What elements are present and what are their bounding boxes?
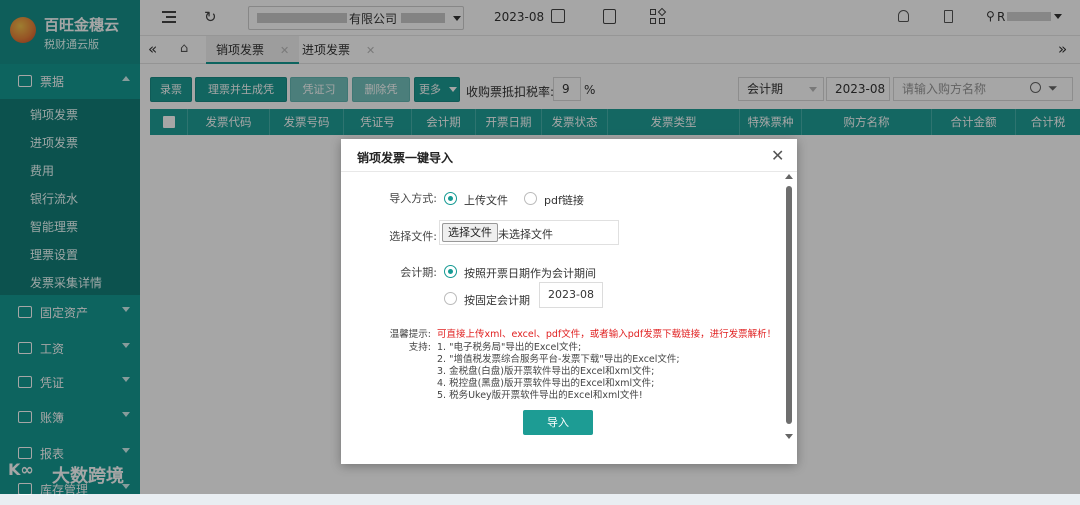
- pdf-link-option[interactable]: pdf链接: [544, 192, 584, 208]
- period-by-date-radio[interactable]: [444, 265, 457, 278]
- scroll-up-icon[interactable]: [785, 174, 793, 179]
- import-mode-label: 导入方式:: [389, 192, 437, 205]
- tip-label: 温馨提示:: [389, 329, 431, 340]
- dialog-title: 销项发票一键导入: [357, 151, 454, 165]
- dialog-header: 销项发票一键导入 ✕: [341, 139, 797, 172]
- support-item: 5. 税务Ukey版开票软件导出的Excel和xml文件!: [437, 390, 643, 401]
- import-button[interactable]: 导入: [523, 410, 593, 435]
- file-status: 未选择文件: [498, 228, 553, 241]
- tip-text: 可直接上传xml、excel、pdf文件，或者输入pdf发票下载链接，进行发票解…: [437, 329, 777, 340]
- period-fixed-option[interactable]: 按固定会计期: [464, 292, 530, 308]
- dialog-scrollbar[interactable]: [784, 174, 794, 442]
- period-fixed-radio[interactable]: [444, 292, 457, 305]
- scroll-thumb[interactable]: [786, 186, 792, 424]
- file-label: 选择文件:: [389, 230, 437, 243]
- pdf-link-radio[interactable]: [524, 192, 537, 205]
- close-icon[interactable]: ✕: [771, 146, 784, 165]
- period-label: 会计期:: [400, 266, 437, 279]
- fixed-period-input[interactable]: 2023-08: [539, 282, 603, 308]
- import-dialog: 销项发票一键导入 ✕ 导入方式: 上传文件 pdf链接 选择文件: 选择文件 未…: [341, 139, 797, 464]
- period-by-date-option[interactable]: 按照开票日期作为会计期间: [464, 265, 596, 281]
- scroll-down-icon[interactable]: [785, 434, 793, 439]
- choose-file-button[interactable]: 选择文件: [442, 223, 498, 242]
- upload-file-option[interactable]: 上传文件: [464, 192, 508, 208]
- support-label: 支持:: [408, 342, 431, 353]
- file-picker[interactable]: 选择文件 未选择文件: [439, 220, 619, 245]
- upload-file-radio[interactable]: [444, 192, 457, 205]
